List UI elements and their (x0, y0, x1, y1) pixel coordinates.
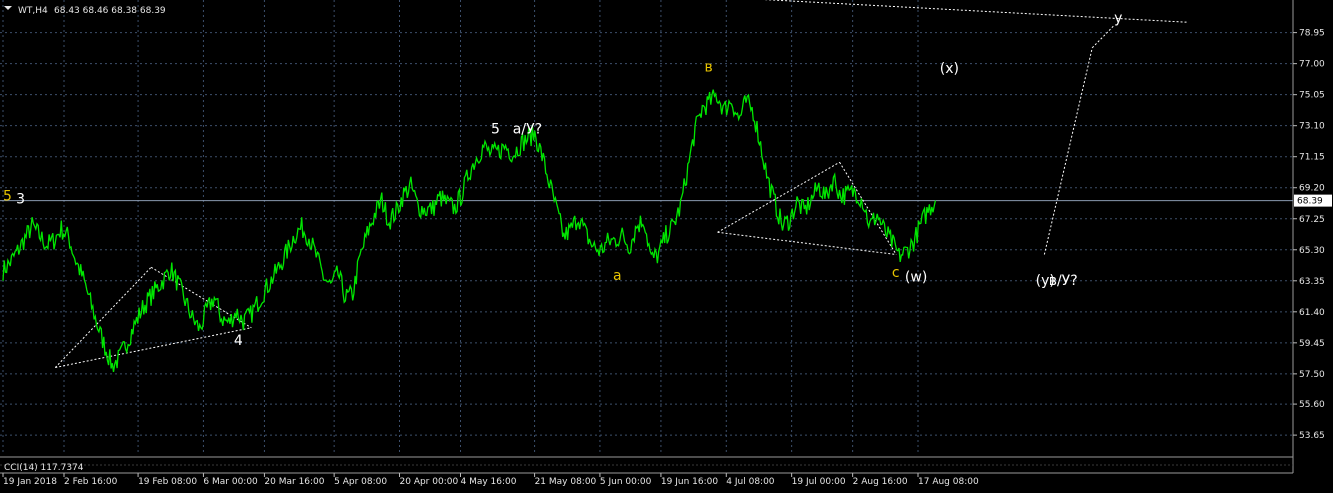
y-tick-label: 78.95 (1299, 29, 1325, 39)
x-tick-label: 6 Mar 00:00 (203, 477, 258, 487)
x-tick-label: 19 Jul 00:00 (792, 477, 846, 487)
x-tick-label: 5 Apr 08:00 (334, 477, 387, 487)
wave-label: 5 (3, 188, 12, 204)
x-tick-label: 4 Jul 08:00 (726, 477, 775, 487)
y-tick-label: 55.60 (1299, 400, 1325, 410)
x-tick-label: 20 Apr 00:00 (400, 477, 459, 487)
x-tick-label: 21 May 08:00 (535, 477, 597, 487)
indicator-label: CCI(14) 117.7374 (4, 463, 84, 473)
x-tick-label: 2 Aug 16:00 (853, 477, 908, 487)
wave-label: (x) (940, 61, 959, 77)
x-tick-label: 4 May 16:00 (461, 477, 517, 487)
wave-label: 4 (234, 333, 243, 349)
current-price-value: 68.39 (1297, 197, 1323, 207)
grid (0, 0, 1333, 493)
wave-label: с (892, 265, 900, 281)
x-tick-label: 20 Mar 16:00 (264, 477, 324, 487)
wave-label: у (1114, 10, 1122, 26)
wave-label: a/У? (513, 122, 542, 138)
wave-label: (w) (905, 270, 927, 286)
x-tick-label: 17 Aug 08:00 (918, 477, 979, 487)
x-tick-label: 19 Jun 16:00 (661, 477, 718, 487)
x-tick-label: 19 Jan 2018 (3, 477, 57, 487)
wave-label: в/У? (1049, 273, 1078, 289)
chart-header: WT,H4 68.43 68.46 68.38 68.39 (4, 6, 166, 16)
y-tick-label: 61.40 (1299, 308, 1325, 318)
wave-label: a (613, 268, 622, 284)
y-tick-label: 69.20 (1299, 184, 1325, 194)
y-tick-label: 67.25 (1299, 215, 1325, 225)
header-ohlc: 68.43 68.46 68.38 68.39 (54, 6, 166, 16)
price-chart[interactable]: 78.95 77.00 75.05 73.10 71.15 69.20 67.25 65.30… (0, 0, 1333, 493)
y-tick-label: 53.65 (1299, 431, 1325, 441)
y-tick-label: 65.30 (1299, 246, 1325, 256)
y-tick-label: 71.15 (1299, 153, 1325, 163)
indicator-pane: CCI(14) 117.7374 (4, 463, 84, 473)
x-tick-label: 5 Jun 00:00 (600, 477, 652, 487)
x-tick-label: 2 Feb 16:00 (64, 477, 118, 487)
y-tick-label: 75.05 (1299, 91, 1325, 101)
wave-label: в (705, 60, 713, 76)
wave-label: 5 (491, 122, 500, 138)
header-symbol: WT,H4 (18, 6, 48, 16)
y-tick-label: 57.50 (1299, 370, 1325, 380)
chart-background (0, 0, 1333, 493)
y-tick-label: 63.35 (1299, 277, 1325, 287)
x-tick-label: 19 Feb 08:00 (138, 477, 197, 487)
y-tick-label: 73.10 (1299, 122, 1325, 132)
wave-label: 3 (16, 192, 25, 208)
y-tick-label: 77.00 (1299, 60, 1325, 70)
y-tick-label: 59.45 (1299, 339, 1325, 349)
